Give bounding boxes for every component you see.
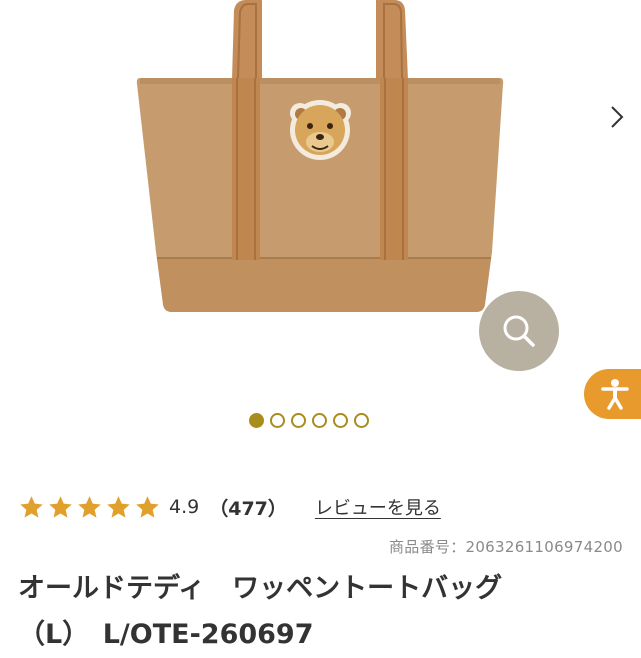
review-count: （477）: [209, 497, 287, 520]
bag-handle-right: [376, 0, 408, 80]
gallery-dot-6[interactable]: [354, 413, 369, 428]
product-image-gallery[interactable]: [0, 0, 641, 428]
star-icon: [136, 495, 159, 518]
next-image-button[interactable]: [603, 100, 631, 134]
search-icon: [503, 315, 535, 347]
zoom-button[interactable]: [479, 291, 559, 371]
product-title-line-2: （L） L/OTE-260697: [18, 619, 314, 650]
gallery-pagination: [249, 413, 369, 428]
star-icon: [49, 495, 72, 518]
chevron-right-icon: [611, 106, 624, 128]
bag-handle-left: [232, 0, 262, 80]
rating-value: 4.9: [169, 496, 200, 518]
view-reviews-link[interactable]: レビューを見る: [315, 494, 441, 520]
gallery-dot-1[interactable]: [249, 413, 264, 428]
accessibility-icon: [601, 379, 629, 410]
product-title: オールドテディ ワッペントートバッグ （L） L/OTE-260697: [18, 566, 638, 658]
bag-bottom-panel: [157, 258, 491, 312]
star-icon: [20, 495, 43, 518]
gallery-dot-2[interactable]: [270, 413, 285, 428]
gallery-dot-3[interactable]: [291, 413, 306, 428]
gallery-dot-5[interactable]: [333, 413, 348, 428]
gallery-dot-4[interactable]: [312, 413, 327, 428]
item-number: 商品番号：2063261106974200: [389, 538, 623, 556]
accessibility-button[interactable]: [584, 369, 641, 419]
star-icon: [107, 495, 130, 518]
rating-row: 4.9 （477） レビューを見る: [18, 492, 441, 522]
product-title-line-1: オールドテディ ワッペントートバッグ: [18, 573, 503, 604]
star-rating: [18, 494, 161, 521]
star-icon: [78, 495, 101, 518]
